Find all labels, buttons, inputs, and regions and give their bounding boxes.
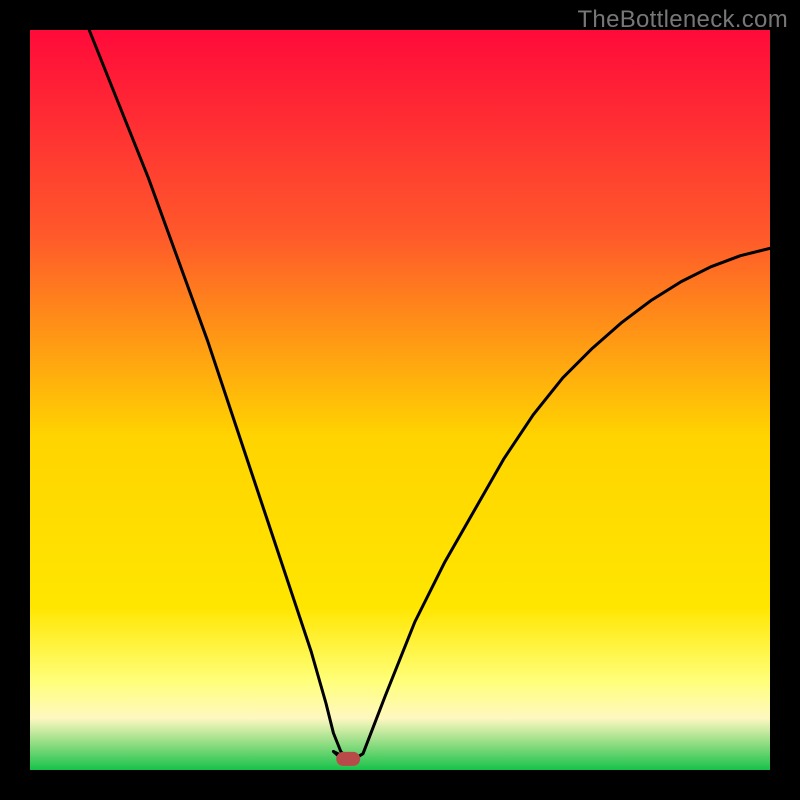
optimal-marker — [336, 752, 360, 766]
chart-svg — [30, 30, 770, 770]
plot-area — [30, 30, 770, 770]
chart-frame: TheBottleneck.com — [0, 0, 800, 800]
watermark-text: TheBottleneck.com — [577, 6, 788, 34]
